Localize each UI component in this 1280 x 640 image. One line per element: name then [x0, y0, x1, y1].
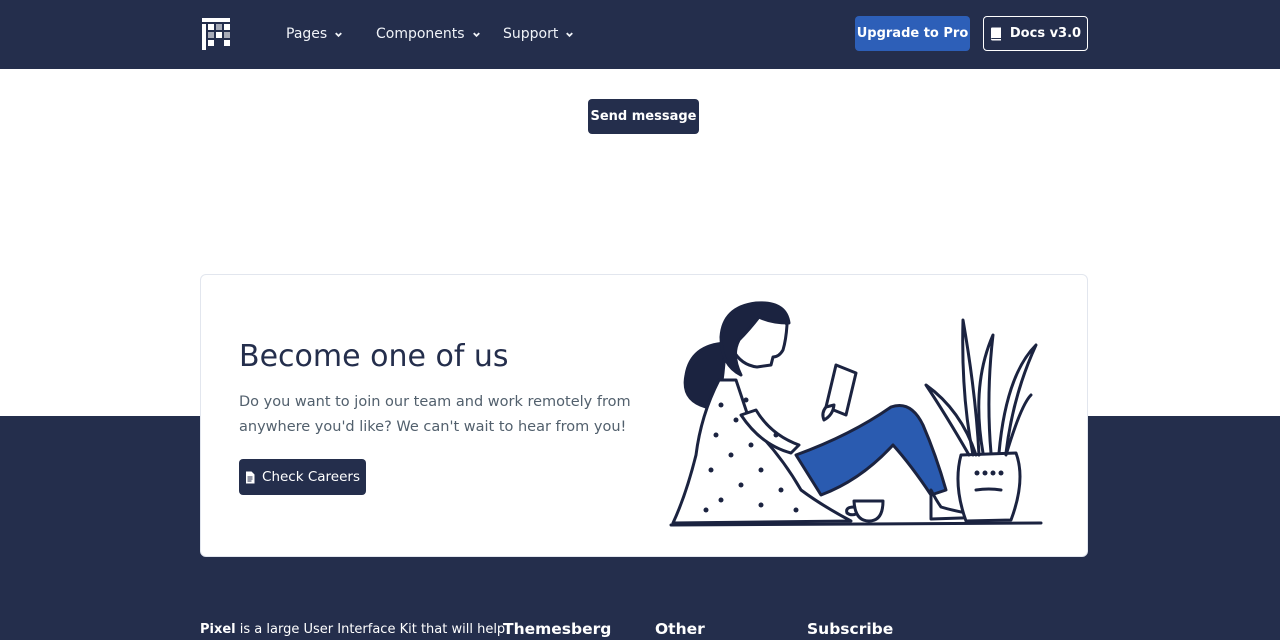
top-navbar: Pages Components Support Upgrade to Pro … [0, 0, 1280, 69]
chevron-down-icon [335, 31, 343, 37]
footer-brand-name: Pixel [200, 622, 236, 637]
careers-card: Become one of us Do you want to join our… [200, 274, 1088, 557]
careers-title: Become one of us [239, 339, 509, 374]
send-message-label: Send message [590, 109, 697, 124]
send-message-button[interactable]: Send message [588, 99, 699, 134]
nav-item-pages[interactable]: Pages [286, 22, 344, 46]
nav-item-support[interactable]: Support [503, 22, 575, 46]
upgrade-label: Upgrade to Pro [856, 26, 969, 41]
footer-heading-subscribe: Subscribe [807, 620, 894, 638]
footer-brand-description: is a large User Interface Kit that will … [235, 622, 506, 637]
docs-label: Docs v3.0 [1009, 26, 1082, 41]
check-careers-button[interactable]: Check Careers [239, 459, 366, 495]
nav-item-components[interactable]: Components [376, 22, 482, 46]
upgrade-to-pro-button[interactable]: Upgrade to Pro [855, 16, 970, 51]
docs-button[interactable]: Docs v3.0 [983, 16, 1088, 51]
footer-heading-other: Other [655, 620, 705, 638]
check-careers-label: Check Careers [262, 469, 360, 485]
nav-item-label: Support [503, 26, 559, 42]
footer-brand-text: Pixel is a large User Interface Kit that… [200, 622, 505, 637]
chevron-down-icon [566, 31, 574, 37]
woman-reading-illustration [669, 301, 1043, 527]
pixel-logo-icon[interactable] [200, 16, 232, 52]
document-icon [246, 471, 255, 483]
nav-item-label: Pages [286, 26, 328, 42]
careers-description: Do you want to join our team and work re… [239, 394, 631, 435]
chevron-down-icon [472, 31, 480, 37]
footer-heading-themesberg: Themesberg [503, 620, 612, 638]
nav-item-label: Components [376, 26, 465, 42]
book-icon [990, 27, 1001, 40]
